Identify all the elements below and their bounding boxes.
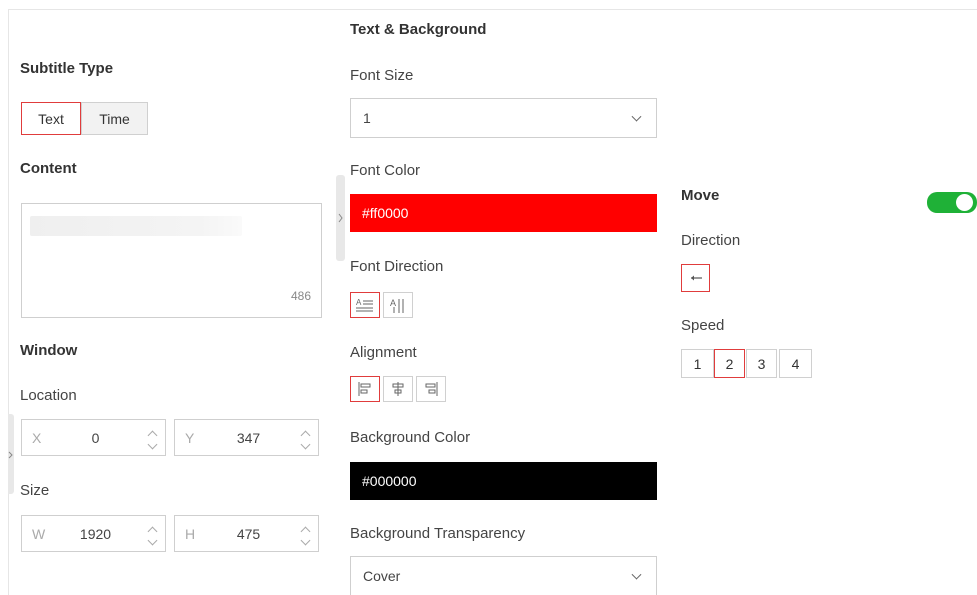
speed-option-3[interactable]: 3: [746, 349, 777, 378]
subtitle-type-time-button[interactable]: Time: [81, 102, 148, 135]
panel-left-border: [8, 9, 9, 595]
content-char-counter: 486: [290, 289, 311, 303]
svg-text:A: A: [390, 298, 396, 308]
speed-option-1[interactable]: 1: [681, 349, 714, 378]
font-size-select[interactable]: 1: [350, 98, 657, 138]
font-size-value: 1: [363, 110, 371, 126]
w-prefix: W: [32, 525, 46, 542]
font-direction-horizontal-button[interactable]: A: [350, 292, 380, 318]
content-heading: Content: [20, 160, 77, 177]
chevron-down-icon[interactable]: [300, 439, 310, 449]
direction-label: Direction: [681, 232, 741, 249]
chevron-down-icon[interactable]: [300, 535, 310, 545]
collapse-handle-middle[interactable]: [336, 175, 345, 261]
chevron-down-icon: [631, 111, 642, 122]
font-direction-vertical-button[interactable]: A: [383, 292, 413, 318]
left-arrow-icon: [690, 275, 702, 281]
y-stepper[interactable]: [292, 428, 318, 449]
background-transparency-select[interactable]: Cover: [350, 556, 657, 595]
move-toggle[interactable]: [927, 192, 977, 213]
speed-label: Speed: [681, 317, 725, 334]
alignment-label: Alignment: [350, 344, 417, 361]
align-right-button[interactable]: [416, 376, 446, 402]
chevron-right-icon: [338, 213, 343, 223]
speed-option-4[interactable]: 4: [779, 349, 812, 378]
svg-text:A: A: [356, 298, 362, 307]
y-value: 347: [236, 429, 261, 446]
font-color-label: Font Color: [350, 162, 421, 179]
font-size-label: Font Size: [350, 67, 414, 84]
direction-left-button[interactable]: [681, 264, 710, 292]
font-color-value: #ff0000: [362, 205, 409, 221]
toggle-knob: [956, 194, 973, 211]
h-value: 475: [236, 525, 261, 542]
h-stepper[interactable]: [292, 524, 318, 545]
speed-option-2[interactable]: 2: [714, 349, 745, 378]
chevron-down-icon: [631, 569, 642, 580]
size-h-input[interactable]: H 475: [174, 515, 319, 552]
size-w-input[interactable]: W 1920: [21, 515, 166, 552]
chevron-down-icon[interactable]: [147, 439, 157, 449]
content-text-blurred: [30, 216, 242, 236]
background-color-label: Background Color: [350, 429, 471, 446]
move-heading: Move: [681, 187, 720, 204]
panel-top-border: [8, 9, 977, 10]
location-label: Location: [20, 387, 77, 404]
align-right-icon: [425, 382, 438, 396]
background-transparency-value: Cover: [363, 568, 401, 584]
chevron-right-icon: [8, 451, 13, 459]
subtitle-type-text-button[interactable]: Text: [21, 102, 81, 135]
h-prefix: H: [185, 525, 196, 542]
chevron-down-icon[interactable]: [147, 535, 157, 545]
background-color-picker[interactable]: #000000: [350, 462, 657, 500]
background-color-value: #000000: [362, 473, 417, 489]
x-value: 0: [91, 429, 100, 446]
x-prefix: X: [32, 429, 42, 446]
font-color-picker[interactable]: #ff0000: [350, 194, 657, 232]
text-background-heading: Text & Background: [350, 21, 487, 38]
location-x-input[interactable]: X 0: [21, 419, 166, 456]
horizontal-text-icon: A: [356, 298, 373, 312]
align-left-icon: [358, 382, 371, 396]
collapse-handle-left[interactable]: [8, 414, 14, 494]
align-center-icon: [392, 382, 404, 396]
align-center-button[interactable]: [383, 376, 413, 402]
w-value: 1920: [79, 525, 112, 542]
content-textarea[interactable]: 486: [21, 203, 322, 318]
vertical-text-icon: A: [390, 298, 404, 313]
align-left-button[interactable]: [350, 376, 380, 402]
x-stepper[interactable]: [139, 428, 165, 449]
window-heading: Window: [20, 342, 78, 359]
y-prefix: Y: [185, 429, 195, 446]
w-stepper[interactable]: [139, 524, 165, 545]
font-direction-label: Font Direction: [350, 258, 444, 275]
subtitle-type-heading: Subtitle Type: [20, 60, 114, 77]
location-y-input[interactable]: Y 347: [174, 419, 319, 456]
background-transparency-label: Background Transparency: [350, 525, 526, 542]
size-label: Size: [20, 482, 50, 499]
